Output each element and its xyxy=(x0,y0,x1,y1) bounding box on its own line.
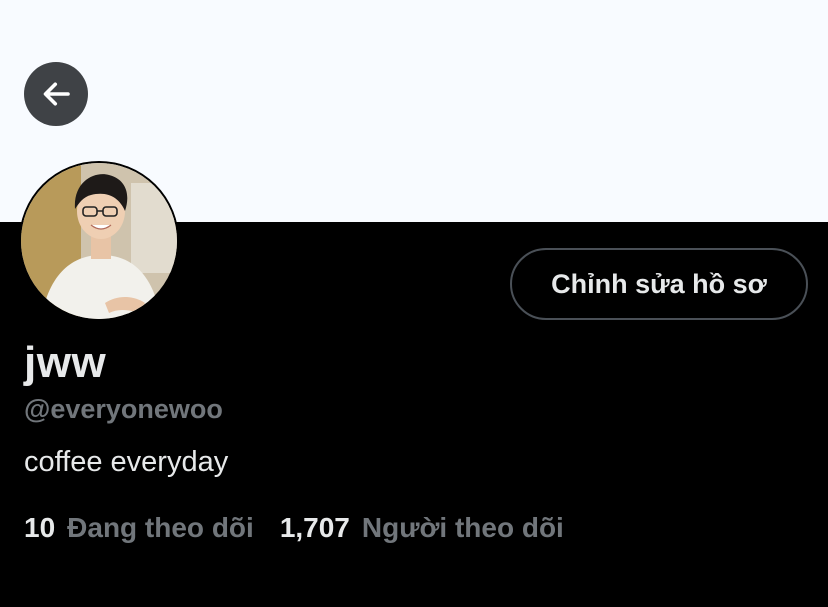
followers-count: 1,707 xyxy=(279,512,350,543)
followers-link[interactable]: 1,707 Người theo dõi xyxy=(280,512,564,544)
followers-label: Người theo dõi xyxy=(361,512,564,543)
following-link[interactable]: 10 Đang theo dõi xyxy=(24,512,254,544)
edit-profile-button[interactable]: Chỉnh sửa hồ sơ xyxy=(510,248,808,320)
avatar[interactable] xyxy=(19,161,179,321)
follow-stats: 10 Đang theo dõi 1,707 Người theo dõi xyxy=(24,512,564,544)
following-label: Đang theo dõi xyxy=(67,512,254,543)
username-handle: @everyonewoo xyxy=(24,394,223,424)
back-button[interactable] xyxy=(24,62,88,126)
following-count: 10 xyxy=(24,512,56,543)
profile-bio: coffee everyday xyxy=(24,446,229,478)
arrow-left-icon xyxy=(43,82,70,106)
display-name: jww xyxy=(24,338,107,387)
avatar-photo xyxy=(21,163,177,319)
